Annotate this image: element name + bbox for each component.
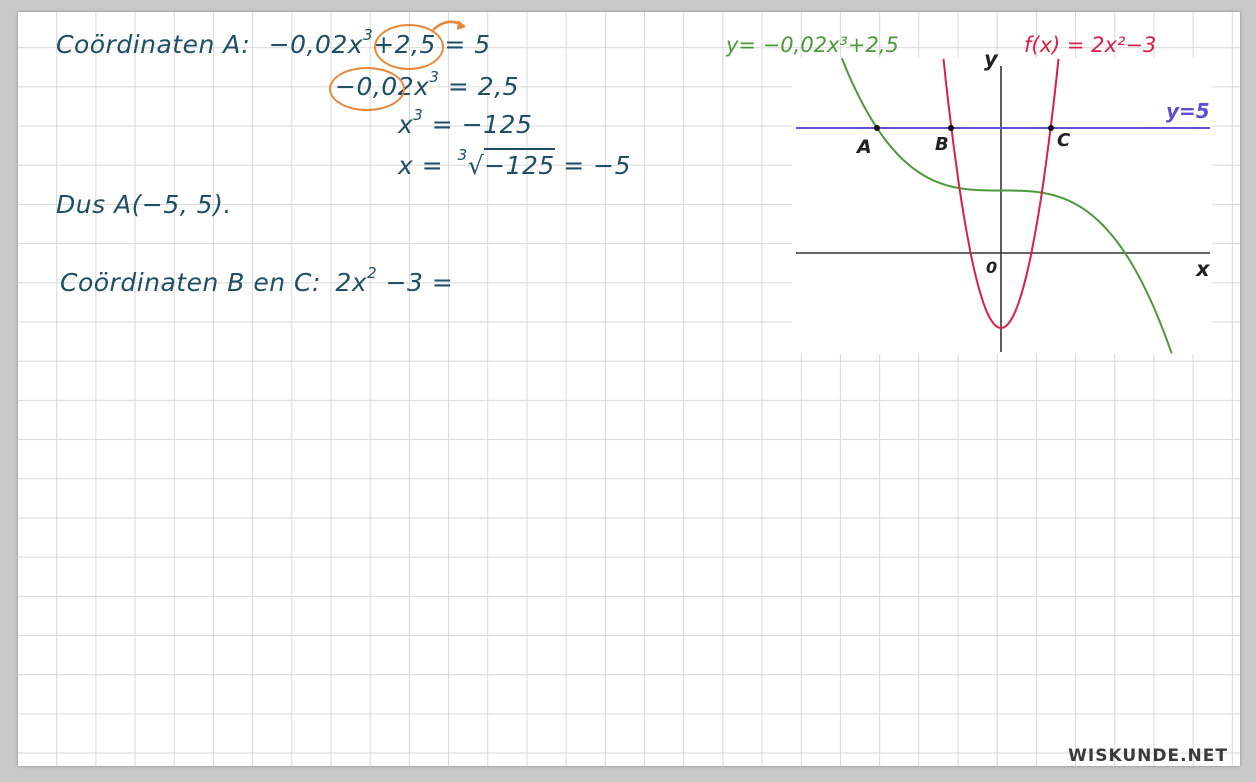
point-b-label: B [935,134,949,155]
point-c-marker [1048,125,1054,131]
graph-background [792,58,1212,354]
origin-label: 0 [986,258,997,277]
brand-logo: WISKUNDE.NET [1068,746,1228,766]
cubic-label: y= −0,02x³+2,5 [725,33,899,57]
y-axis-label: y [984,47,999,71]
point-a-marker [874,125,880,131]
point-b-marker [948,125,954,131]
point-a-label: A [855,136,872,158]
x-axis-label: x [1195,257,1211,281]
parabola-label: f(x) = 2x²−3 [1024,33,1156,57]
line-label: y=5 [1166,99,1210,123]
point-c-label: C [1057,130,1071,151]
function-graph: y= −0,02x³+2,5 f(x) = 2x²−3 y=5 x y 0 A … [725,33,1212,354]
